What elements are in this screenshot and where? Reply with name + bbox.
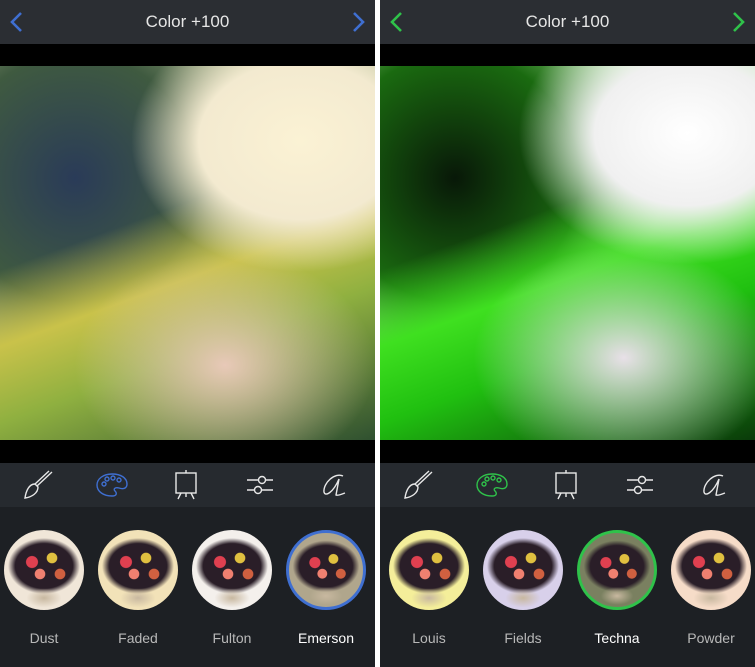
filter-label: Fulton [212, 630, 252, 646]
filter-thumbnail-faded[interactable] [98, 530, 178, 610]
filter-strip[interactable]: Dust Faded Fulton Emerson [0, 507, 375, 667]
brush-icon [21, 470, 55, 505]
right-screen: Color +100 Louis Fields Techna Powder [380, 0, 755, 667]
font-icon [697, 474, 731, 505]
tool-button-sliders[interactable] [623, 469, 657, 501]
tool-button-font[interactable] [697, 469, 731, 501]
toolbar [380, 463, 755, 507]
filter-label: Faded [118, 630, 158, 646]
filter-label: Techna [594, 630, 640, 646]
filter-label: Louis [412, 630, 446, 646]
left-screen: Color +100 Dust Faded Fulton Emerson [0, 0, 375, 667]
tool-button-sliders[interactable] [243, 469, 277, 501]
tool-button-easel[interactable] [169, 469, 203, 501]
chevron-left-icon [390, 12, 402, 32]
previous-button[interactable] [2, 8, 30, 36]
previous-button[interactable] [382, 8, 410, 36]
easel-icon [169, 470, 203, 505]
header: Color +100 [0, 0, 375, 44]
filter-thumbnail-fulton[interactable] [192, 530, 272, 610]
page-title: Color +100 [525, 12, 610, 31]
tool-button-easel[interactable] [549, 469, 583, 501]
brush-icon [401, 470, 435, 505]
toolbar [0, 463, 375, 507]
font-icon [317, 474, 351, 505]
palette-icon [95, 473, 129, 505]
page-title: Color +100 [145, 12, 230, 31]
filter-label: Dust [29, 630, 59, 646]
filter-strip[interactable]: Louis Fields Techna Powder [380, 507, 755, 667]
chevron-left-icon [10, 12, 22, 32]
sliders-icon [623, 475, 657, 505]
tool-button-font[interactable] [317, 469, 351, 501]
filter-thumbnail-techna[interactable] [577, 530, 657, 610]
tool-button-brush[interactable] [21, 469, 55, 501]
photo-preview [380, 66, 755, 440]
chevron-right-icon [353, 12, 365, 32]
filter-thumbnail-emerson[interactable] [286, 530, 366, 610]
easel-icon [549, 470, 583, 505]
filter-thumbnail-powder[interactable] [671, 530, 751, 610]
next-button[interactable] [725, 8, 753, 36]
filter-label: Powder [687, 630, 735, 646]
filter-label: Emerson [297, 630, 355, 646]
next-button[interactable] [345, 8, 373, 36]
chevron-right-icon [733, 12, 745, 32]
filter-thumbnail-louis[interactable] [389, 530, 469, 610]
tool-button-palette[interactable] [95, 469, 129, 501]
tool-button-brush[interactable] [401, 469, 435, 501]
filter-thumbnail-fields[interactable] [483, 530, 563, 610]
tool-button-palette[interactable] [475, 469, 509, 501]
filter-label: Fields [504, 630, 542, 646]
sliders-icon [243, 475, 277, 505]
photo-preview [0, 66, 375, 440]
palette-icon [475, 473, 509, 505]
filter-thumbnail-dust[interactable] [4, 530, 84, 610]
header: Color +100 [380, 0, 755, 44]
